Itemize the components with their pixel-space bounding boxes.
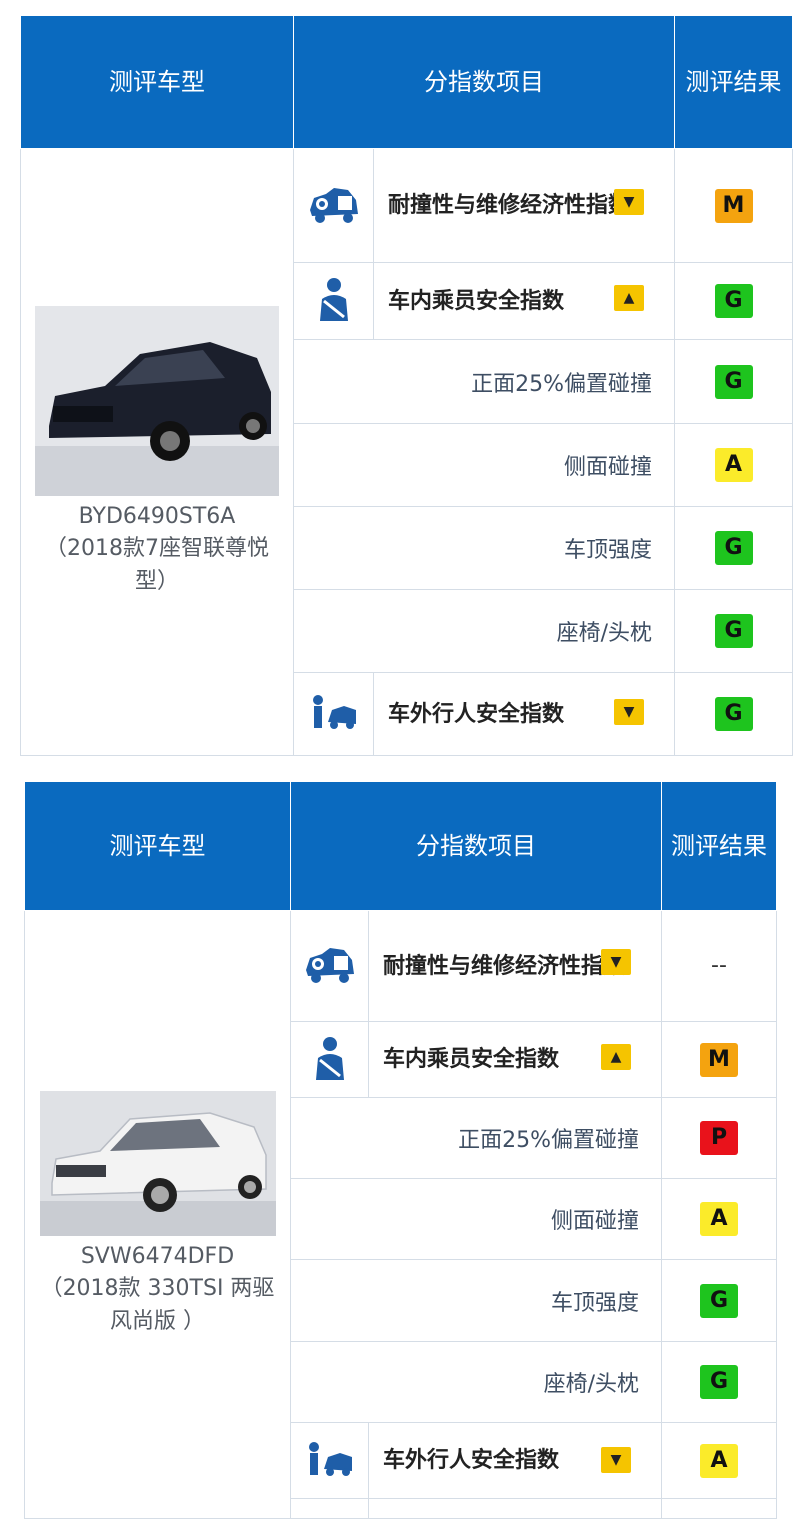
rating-badge: A (700, 1202, 738, 1236)
model-description: （2018款 330TSI 两驱风尚版 ） (40, 1276, 275, 1335)
result-cell: A (674, 423, 793, 507)
occupant-safety-icon (315, 1036, 344, 1080)
table-header-row: 测评车型 分指数项目 测评结果 (24, 781, 777, 911)
rating-badge: G (700, 1283, 738, 1318)
index-icon-cell (290, 910, 369, 1022)
header-model: 测评车型 (20, 15, 294, 149)
result-cell: G (661, 1259, 777, 1342)
collapse-toggle-button[interactable]: ▲ (614, 285, 644, 311)
result-cell: G (661, 1341, 777, 1423)
rating-badge: G (714, 284, 753, 318)
rating-badge: G (700, 1365, 738, 1399)
result-cell: M (674, 148, 793, 263)
model-cell: BYD6490ST6A （2018款7座智联尊悦型） (20, 148, 294, 756)
expand-toggle-button[interactable]: ▼ (614, 189, 644, 215)
table-header-row: 测评车型 分指数项目 测评结果 (20, 15, 793, 149)
rating-badge: M (700, 1042, 738, 1077)
sub-item-frontal: 正面25%偏置碰撞 (290, 1097, 662, 1179)
car-repair-icon (305, 948, 354, 983)
table-row: SVW6474DFD （2018款 330TSI 两驱风尚版 ） 耐撞性与维修经… (24, 910, 777, 1519)
rating-badge: M (714, 188, 753, 223)
rating-table: 测评车型 分指数项目 测评结果 SVW6474DFD （2018款 330TSI… (24, 781, 777, 1519)
occupant-safety-icon (319, 278, 348, 321)
pedestrian-safety-icon (308, 1441, 352, 1476)
model-description: （2018款7座智联尊悦型） (45, 536, 269, 595)
index-icon-cell (293, 672, 374, 756)
car-photo (39, 1090, 276, 1236)
sub-item-seat: 座椅/头枕 (290, 1341, 662, 1423)
rating-badge: G (714, 614, 753, 648)
car-repair-icon (309, 187, 358, 223)
index-icon-cell (293, 262, 374, 340)
result-cell: A (661, 1422, 777, 1499)
rating-badge: G (714, 364, 753, 399)
result-cell: P (661, 1097, 777, 1179)
expand-toggle-button[interactable]: ▼ (614, 699, 644, 725)
index-name-pedestrian[interactable]: 车外行人安全指数 ▼ (373, 672, 675, 756)
rating-badge: P (700, 1121, 738, 1155)
expand-toggle-button[interactable]: ▼ (601, 1447, 631, 1473)
result-cell: -- (661, 910, 777, 1022)
empty-cell (368, 1498, 662, 1519)
result-cell: A (661, 1178, 777, 1260)
model-code: SVW6474DFD (80, 1243, 235, 1269)
rating-table: 测评车型 分指数项目 测评结果 BYD6490ST6A （2018款7座智联尊悦… (20, 15, 793, 756)
table-row: BYD6490ST6A （2018款7座智联尊悦型） 耐撞性与维修经济性指数 ▼… (20, 148, 793, 756)
model-cell: SVW6474DFD （2018款 330TSI 两驱风尚版 ） (24, 910, 291, 1519)
index-name-repair[interactable]: 耐撞性与维修经济性指数 ▼ (368, 910, 662, 1022)
car-photo (35, 305, 279, 496)
index-name-pedestrian[interactable]: 车外行人安全指数 ▼ (368, 1422, 662, 1499)
expand-toggle-button[interactable]: ▼ (601, 949, 631, 975)
sub-item-frontal: 正面25%偏置碰撞 (293, 339, 675, 424)
rating-badge: G (714, 531, 753, 565)
collapse-toggle-button[interactable]: ▲ (601, 1044, 631, 1070)
header-result: 测评结果 (661, 781, 777, 911)
sub-item-roof: 车顶强度 (293, 506, 675, 590)
index-name-occupant[interactable]: 车内乘员安全指数 ▲ (373, 262, 675, 340)
result-cell: G (674, 506, 793, 590)
index-icon-cell (293, 148, 374, 263)
rating-badge: A (714, 448, 753, 482)
header-model: 测评车型 (24, 781, 291, 911)
result-cell: G (674, 262, 793, 340)
car-image (35, 305, 279, 496)
result-cell: G (674, 589, 793, 673)
empty-cell (661, 1498, 777, 1519)
index-icon-cell (290, 1422, 369, 1499)
rating-badge: A (700, 1443, 738, 1478)
sub-item-seat: 座椅/头枕 (293, 589, 675, 673)
result-cell: M (661, 1021, 777, 1098)
sub-item-side: 侧面碰撞 (293, 423, 675, 507)
result-cell: G (674, 339, 793, 424)
pedestrian-safety-icon (312, 695, 356, 729)
sub-item-side: 侧面碰撞 (290, 1178, 662, 1260)
header-result: 测评结果 (674, 15, 793, 149)
index-name-occupant[interactable]: 车内乘员安全指数 ▲ (368, 1021, 662, 1098)
result-cell: G (674, 672, 793, 756)
header-items: 分指数项目 (290, 781, 662, 911)
model-code: BYD6490ST6A (78, 503, 236, 529)
index-icon-cell (290, 1021, 369, 1098)
sub-item-roof: 车顶强度 (290, 1259, 662, 1342)
index-name-repair[interactable]: 耐撞性与维修经济性指数 ▼ (373, 148, 675, 263)
rating-badge: G (714, 697, 753, 731)
car-image (39, 1090, 276, 1236)
header-items: 分指数项目 (293, 15, 675, 149)
empty-cell (290, 1498, 369, 1519)
rating-badge: -- (711, 953, 727, 978)
